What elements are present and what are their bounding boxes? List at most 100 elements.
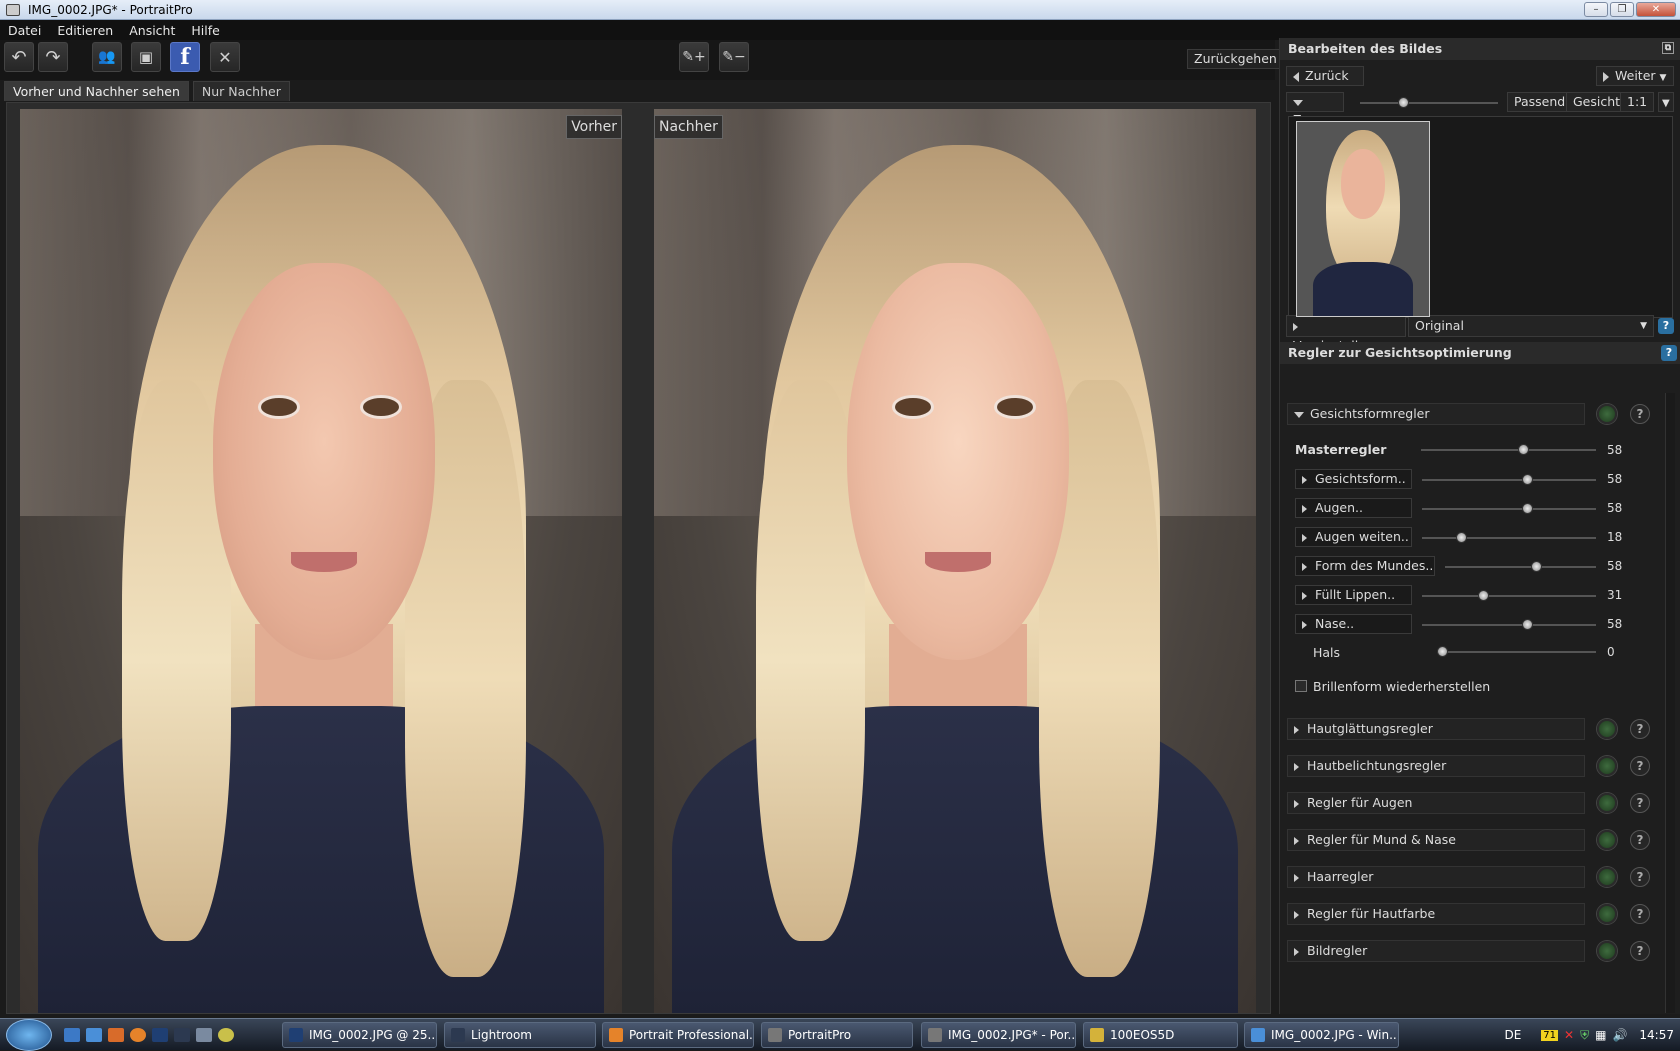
zoom-slider[interactable] — [1360, 97, 1498, 108]
photoshop-icon[interactable] — [152, 1028, 168, 1042]
section-toggle-icon[interactable] — [1597, 719, 1617, 739]
undo-button[interactable]: ↶ — [4, 42, 34, 72]
previous-button[interactable]: Zurück — [1286, 66, 1364, 86]
taskbar-item[interactable]: IMG_0002.JPG - Win... — [1244, 1022, 1399, 1048]
section-toggle-icon[interactable] — [1597, 756, 1617, 776]
volume-icon[interactable]: 🔊 — [1612, 1028, 1627, 1042]
section-help-icon[interactable]: ? — [1630, 904, 1650, 924]
glasses-checkbox[interactable] — [1295, 680, 1307, 692]
menu-ansicht[interactable]: Ansicht — [121, 23, 183, 38]
slider-group-toggle[interactable]: Augen weiten.. — [1295, 527, 1412, 547]
presets-toggle[interactable]: Voreinstellungen — [1286, 315, 1406, 353]
slider-group-toggle[interactable]: Nase.. — [1295, 614, 1412, 634]
presets-select[interactable]: Original ▼ — [1408, 315, 1654, 337]
zoom-face-button[interactable]: Gesicht — [1566, 92, 1628, 112]
start-button[interactable] — [6, 1019, 52, 1051]
face-shape-help-icon[interactable]: ? — [1630, 404, 1650, 424]
menu-datei[interactable]: Datei — [0, 23, 49, 38]
save-button[interactable]: ▣ — [131, 42, 161, 72]
tab-after-only[interactable]: Nur Nachher — [192, 81, 290, 101]
face-shape-toggle-icon[interactable] — [1597, 404, 1617, 424]
zoom-slider-knob[interactable] — [1398, 97, 1409, 108]
close-window-button[interactable]: ✕ — [1636, 2, 1676, 17]
section-toggle-icon[interactable] — [1597, 867, 1617, 887]
section-toggle-icon[interactable] — [1597, 830, 1617, 850]
language-indicator[interactable]: DE — [1504, 1028, 1521, 1042]
control-section-header[interactable]: Hautbelichtungsregler — [1287, 755, 1585, 777]
section-help-icon[interactable]: ? — [1630, 756, 1650, 776]
brush-remove-button[interactable]: ✎− — [719, 42, 749, 72]
control-section-header[interactable]: Regler für Mund & Nase — [1287, 829, 1585, 851]
slider-group-toggle[interactable]: Augen.. — [1295, 498, 1412, 518]
slider-knob[interactable] — [1531, 561, 1542, 572]
security-icon[interactable]: ✕ — [1564, 1028, 1574, 1042]
minimize-button[interactable]: – — [1584, 2, 1608, 17]
section-help-icon[interactable]: ? — [1630, 793, 1650, 813]
navigator-thumbnail[interactable] — [1296, 121, 1430, 317]
slider-knob[interactable] — [1478, 590, 1489, 601]
zoom-menu-button[interactable]: ▼ — [1658, 92, 1674, 112]
taskbar-item[interactable]: IMG_0002.JPG @ 25... — [282, 1022, 437, 1048]
tray-badge[interactable]: 71 — [1541, 1029, 1559, 1041]
taskbar-item[interactable]: PortraitPro — [761, 1022, 913, 1048]
tool-icon[interactable] — [108, 1028, 124, 1042]
section-toggle-icon[interactable] — [1597, 904, 1617, 924]
taskbar-item[interactable]: 100EOS5D — [1083, 1022, 1238, 1048]
presets-help-icon[interactable]: ? — [1658, 318, 1674, 334]
adjustment-slider[interactable] — [1422, 532, 1596, 543]
section-help-icon[interactable]: ? — [1630, 941, 1650, 961]
adjustment-slider[interactable] — [1422, 590, 1596, 601]
next-button[interactable]: Weiter ▼ — [1596, 66, 1674, 86]
adjustment-slider[interactable] — [1422, 503, 1596, 514]
face-controls-help-icon[interactable]: ? — [1661, 345, 1677, 361]
slider-group-toggle[interactable]: Füllt Lippen.. — [1295, 585, 1412, 605]
slider-group-toggle[interactable]: Gesichtsform.. — [1295, 469, 1412, 489]
master-slider[interactable] — [1421, 444, 1596, 455]
taskbar-item[interactable]: IMG_0002.JPG* - Por... — [921, 1022, 1076, 1048]
control-section-header[interactable]: Bildregler — [1287, 940, 1585, 962]
menu-editieren[interactable]: Editieren — [49, 23, 121, 38]
brush-add-button[interactable]: ✎+ — [679, 42, 709, 72]
close-image-button[interactable]: ✕ — [210, 42, 240, 72]
control-section-header[interactable]: Haarregler — [1287, 866, 1585, 888]
redo-button[interactable]: ↷ — [38, 42, 68, 72]
slider-knob[interactable] — [1522, 619, 1533, 630]
adjustment-slider[interactable] — [1422, 474, 1596, 485]
adjustment-slider[interactable] — [1422, 619, 1596, 630]
chrome-icon[interactable] — [218, 1028, 234, 1042]
network-icon[interactable] — [196, 1028, 212, 1042]
taskbar-item[interactable]: Lightroom — [444, 1022, 596, 1048]
control-section-header[interactable]: Regler für Hautfarbe — [1287, 903, 1585, 925]
section-toggle-icon[interactable] — [1597, 941, 1617, 961]
adjustment-slider[interactable] — [1445, 561, 1596, 572]
section-help-icon[interactable]: ? — [1630, 719, 1650, 739]
control-section-header[interactable]: Hautglättungsregler — [1287, 718, 1585, 740]
zoom-fit-button[interactable]: Passend — [1507, 92, 1573, 112]
section-help-icon[interactable]: ? — [1630, 867, 1650, 887]
zoom-toggle[interactable]: Zoom — [1286, 92, 1344, 127]
restore-button[interactable]: ❐ — [1610, 2, 1634, 17]
panel-scrollbar[interactable] — [1665, 393, 1675, 1013]
before-photo[interactable]: Vorher — [20, 109, 622, 1013]
network-tray-icon[interactable]: ▦ — [1595, 1028, 1606, 1042]
slider-knob[interactable] — [1456, 532, 1467, 543]
section-help-icon[interactable]: ? — [1630, 830, 1650, 850]
show-desktop-icon[interactable] — [64, 1028, 80, 1042]
face-select-button[interactable]: 👥 — [92, 42, 122, 72]
hals-slider-knob[interactable] — [1437, 646, 1448, 657]
face-shape-section-header[interactable]: Gesichtsformregler — [1287, 403, 1585, 425]
zoom-100-button[interactable]: 1:1 — [1620, 92, 1655, 112]
master-slider-knob[interactable] — [1518, 444, 1529, 455]
taskbar-item[interactable]: Portrait Professional... — [602, 1022, 754, 1048]
slider-group-toggle[interactable]: Form des Mundes.. — [1295, 556, 1435, 576]
hals-slider[interactable] — [1437, 646, 1596, 657]
tab-before-after[interactable]: Vorher und Nachher sehen — [4, 81, 189, 101]
control-section-header[interactable]: Regler für Augen — [1287, 792, 1585, 814]
lightroom-icon[interactable] — [174, 1028, 190, 1042]
slider-knob[interactable] — [1522, 503, 1533, 514]
after-photo[interactable]: Nachher — [654, 109, 1256, 1013]
undock-icon[interactable]: ⧉ — [1662, 42, 1674, 54]
shield-icon[interactable]: ⛨ — [1580, 1028, 1589, 1043]
explorer-icon[interactable] — [86, 1028, 102, 1042]
section-toggle-icon[interactable] — [1597, 793, 1617, 813]
